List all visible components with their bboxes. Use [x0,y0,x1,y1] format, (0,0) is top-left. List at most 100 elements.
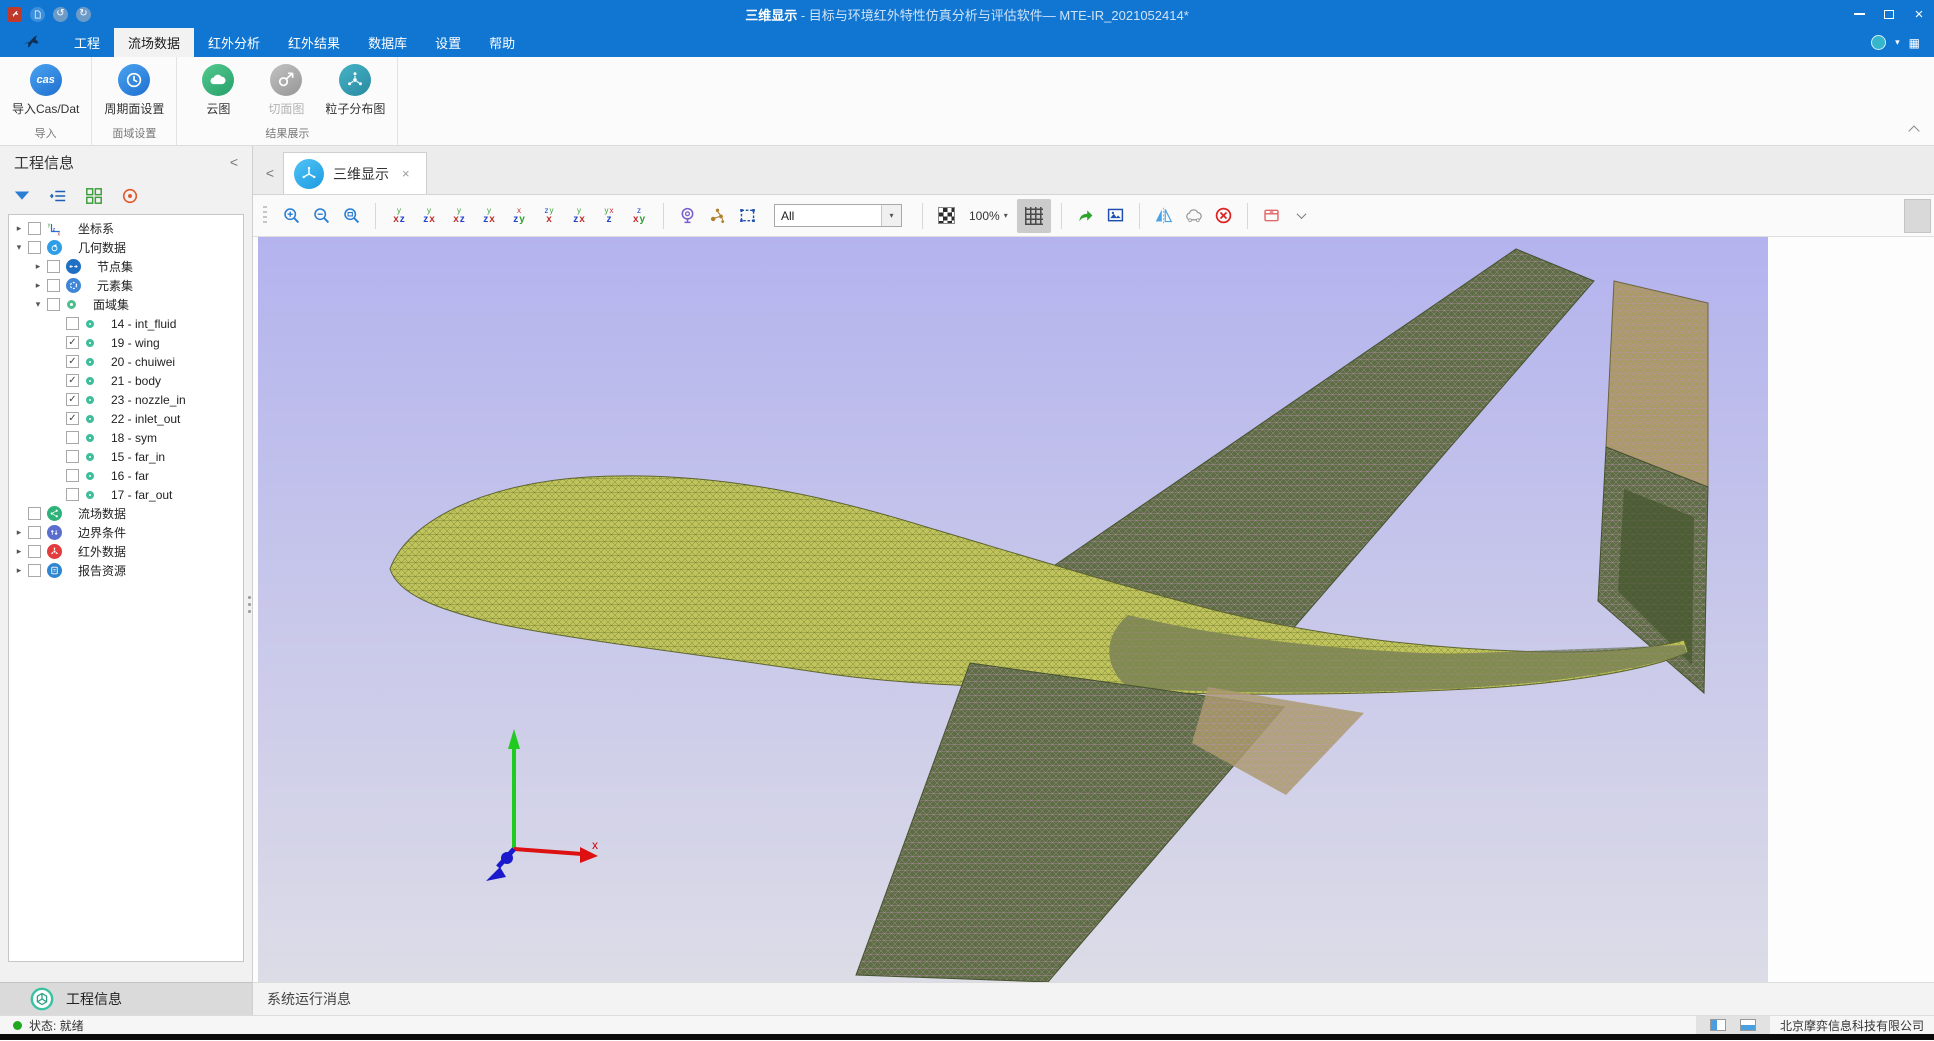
tree-item-4[interactable]: ▸元素集 [9,276,243,295]
contour-plot-button[interactable]: 云图 [185,62,251,122]
menu-tab-4[interactable]: 红外结果 [274,28,354,57]
collapsed-arrow-icon[interactable]: ▸ [13,223,25,234]
visibility-checkbox[interactable] [66,469,79,482]
visibility-checkbox[interactable] [66,450,79,463]
visibility-checkbox[interactable]: ✓ [66,336,79,349]
collapsed-arrow-icon[interactable]: ▸ [13,546,25,557]
visibility-checkbox[interactable] [47,260,60,273]
display-filter-select[interactable]: All▾ [774,204,902,227]
tree-item-14[interactable]: 16 - far [9,466,243,485]
outline-list-icon[interactable] [48,186,68,206]
panel-splitter-handle[interactable] [248,596,251,613]
new-document-button[interactable] [30,7,45,22]
grid-view-icon[interactable] [84,186,104,206]
visibility-checkbox[interactable] [66,317,79,330]
expanded-arrow-icon[interactable]: ▾ [32,299,44,310]
tree-item-11[interactable]: ✓22 - inlet_out [9,409,243,428]
visibility-checkbox[interactable] [28,222,41,235]
background-pattern-button[interactable] [933,202,960,229]
visibility-checkbox[interactable] [47,279,60,292]
toolbar-overflow-button[interactable] [1904,199,1931,233]
collapsed-arrow-icon[interactable]: ▸ [32,280,44,291]
tree-item-12[interactable]: 18 - sym [9,428,243,447]
view-orientation-5[interactable]: xzy [506,202,533,229]
account-badge-icon[interactable] [1871,35,1886,50]
menu-dropdown-caret-icon[interactable]: ▾ [1895,37,1900,48]
periodic-surface-button[interactable]: 周期面设置 [100,62,168,122]
save-section-button[interactable] [1258,202,1285,229]
view-orientation-8[interactable]: yxz [596,202,623,229]
probe-point-button[interactable] [674,202,701,229]
tree-item-13[interactable]: 15 - far_in [9,447,243,466]
visibility-checkbox[interactable] [28,507,41,520]
filter-icon[interactable] [12,186,32,206]
tree-item-5[interactable]: ▾面域集 [9,295,243,314]
tree-item-19[interactable]: ▸报告资源 [9,561,243,580]
zoom-in-button[interactable] [278,202,305,229]
visibility-checkbox[interactable]: ✓ [66,393,79,406]
combo-dropdown-button[interactable]: ▾ [881,205,901,226]
clear-view-button[interactable] [1210,202,1237,229]
tree-item-8[interactable]: ✓20 - chuiwei [9,352,243,371]
menu-tab-7[interactable]: 帮助 [475,28,529,57]
save-section-caret[interactable] [1288,202,1315,229]
mirror-display-button[interactable] [1150,202,1177,229]
menu-tab-5[interactable]: 数据库 [354,28,421,57]
visibility-checkbox[interactable] [66,431,79,444]
tree-item-7[interactable]: ✓19 - wing [9,333,243,352]
tree-item-2[interactable]: ▾几何数据 [9,238,243,257]
view-orientation-9[interactable]: zxy [626,202,653,229]
menu-tab-2[interactable]: 流场数据 [114,28,194,57]
view-orientation-4[interactable]: yzx [476,202,503,229]
collapsed-arrow-icon[interactable]: ▸ [32,261,44,272]
ribbon-collapse-icon[interactable] [1908,125,1919,136]
panel-layout-left-icon[interactable] [1710,1019,1726,1031]
maximize-button[interactable] [1874,0,1904,28]
tree-item-3[interactable]: ▸节点集 [9,257,243,276]
tree-item-10[interactable]: ✓23 - nozzle_in [9,390,243,409]
import-cas-dat-button[interactable]: cas导入Cas/Dat [8,62,83,122]
tree-item-9[interactable]: ✓21 - body [9,371,243,390]
viewport-3d[interactable]: x [258,237,1768,982]
locate-target-icon[interactable] [120,186,140,206]
collapsed-arrow-icon[interactable]: ▸ [13,527,25,538]
view-orientation-7[interactable]: yzx [566,202,593,229]
visibility-checkbox[interactable] [28,526,41,539]
minimize-button[interactable] [1844,0,1874,28]
view-orientation-6[interactable]: zyx [536,202,563,229]
view-orientation-3[interactable]: yxz [446,202,473,229]
mesh-display-button[interactable] [1017,199,1051,233]
sidebar-footer-button[interactable]: 工程信息 [0,982,252,1015]
sidebar-collapse-button[interactable]: < [230,154,238,170]
app-button[interactable] [7,7,22,22]
zoom-window-button[interactable] [338,202,365,229]
tab-scroll-left-button[interactable]: < [257,152,283,194]
tab-3d-view[interactable]: 三维显示 × [283,152,427,194]
tree-item-17[interactable]: ▸边界条件 [9,523,243,542]
view-orientation-1[interactable]: yxz [386,202,413,229]
tree-item-18[interactable]: ▸红外数据 [9,542,243,561]
menu-tab-3[interactable]: 红外分析 [194,28,274,57]
node-display-button[interactable] [704,202,731,229]
view-orientation-2[interactable]: yzx [416,202,443,229]
particle-plot-button[interactable]: 粒子分布图 [321,62,389,122]
visibility-checkbox[interactable] [47,298,60,311]
visibility-checkbox[interactable]: ✓ [66,412,79,425]
smooth-display-button[interactable] [1180,202,1207,229]
visibility-checkbox[interactable] [66,488,79,501]
tree-item-16[interactable]: 流场数据 [9,504,243,523]
zoom-level-select[interactable]: 100%▾ [969,209,1008,223]
tree-item-6[interactable]: 14 - int_fluid [9,314,243,333]
close-button[interactable]: × [1904,0,1934,28]
visibility-checkbox[interactable] [28,564,41,577]
collapsed-arrow-icon[interactable]: ▸ [13,565,25,576]
undo-button[interactable]: ↺ [53,7,68,22]
tab-close-icon[interactable]: × [402,166,410,181]
visibility-checkbox[interactable] [28,241,41,254]
tree-item-15[interactable]: 17 - far_out [9,485,243,504]
layout-grid-icon[interactable]: ▦ [1909,36,1920,50]
menu-tab-1[interactable]: 工程 [60,28,114,57]
export-view-button[interactable] [1072,202,1099,229]
menu-tab-6[interactable]: 设置 [421,28,475,57]
toolbar-grip[interactable] [263,206,267,226]
